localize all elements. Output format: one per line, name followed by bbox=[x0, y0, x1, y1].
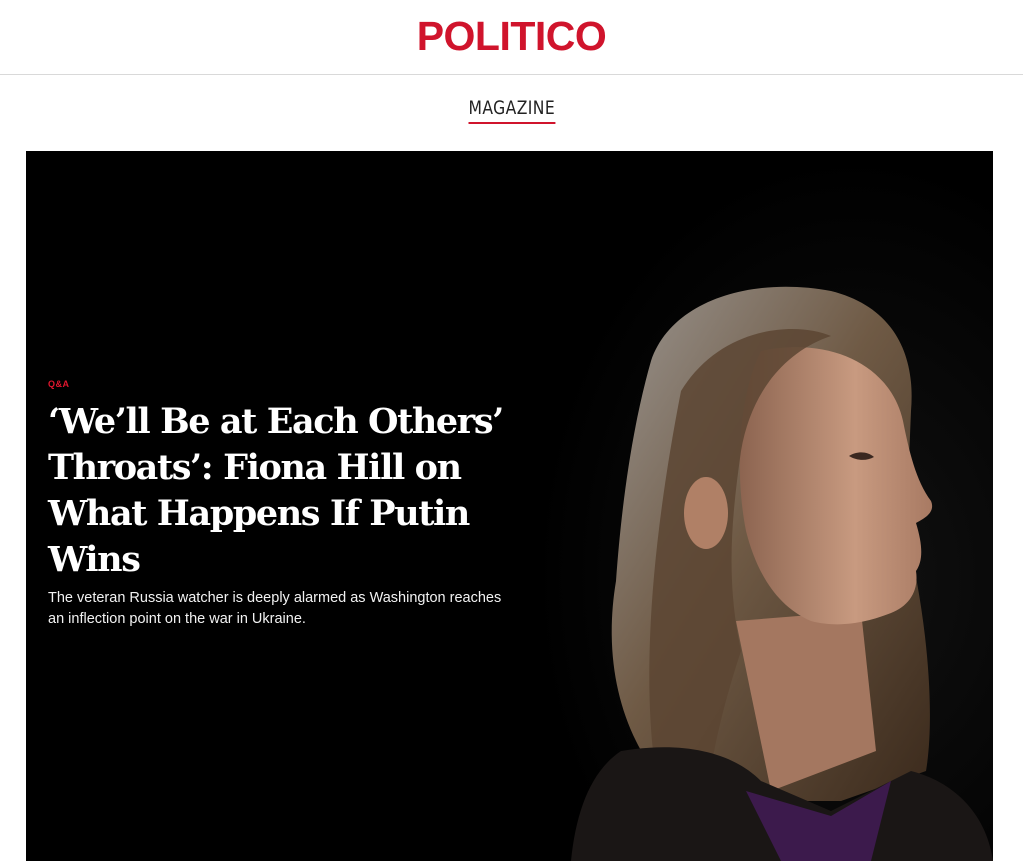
portrait-illustration bbox=[571, 286, 993, 861]
section-nav: MAGAZINE bbox=[0, 96, 1023, 124]
site-header: POLITICO bbox=[0, 0, 1023, 75]
magazine-section-link[interactable]: MAGAZINE bbox=[468, 96, 555, 124]
hero-story[interactable]: Q&A ‘We’ll Be at Each Others’ Throats’: … bbox=[26, 151, 993, 861]
politico-logo[interactable]: POLITICO bbox=[0, 10, 1023, 62]
portrait-photo[interactable] bbox=[531, 151, 993, 861]
article-kicker[interactable]: Q&A bbox=[48, 379, 70, 389]
article-headline[interactable]: ‘We’ll Be at Each Others’ Throats’: Fion… bbox=[48, 399, 518, 583]
article-dek: The veteran Russia watcher is deeply ala… bbox=[48, 590, 502, 627]
